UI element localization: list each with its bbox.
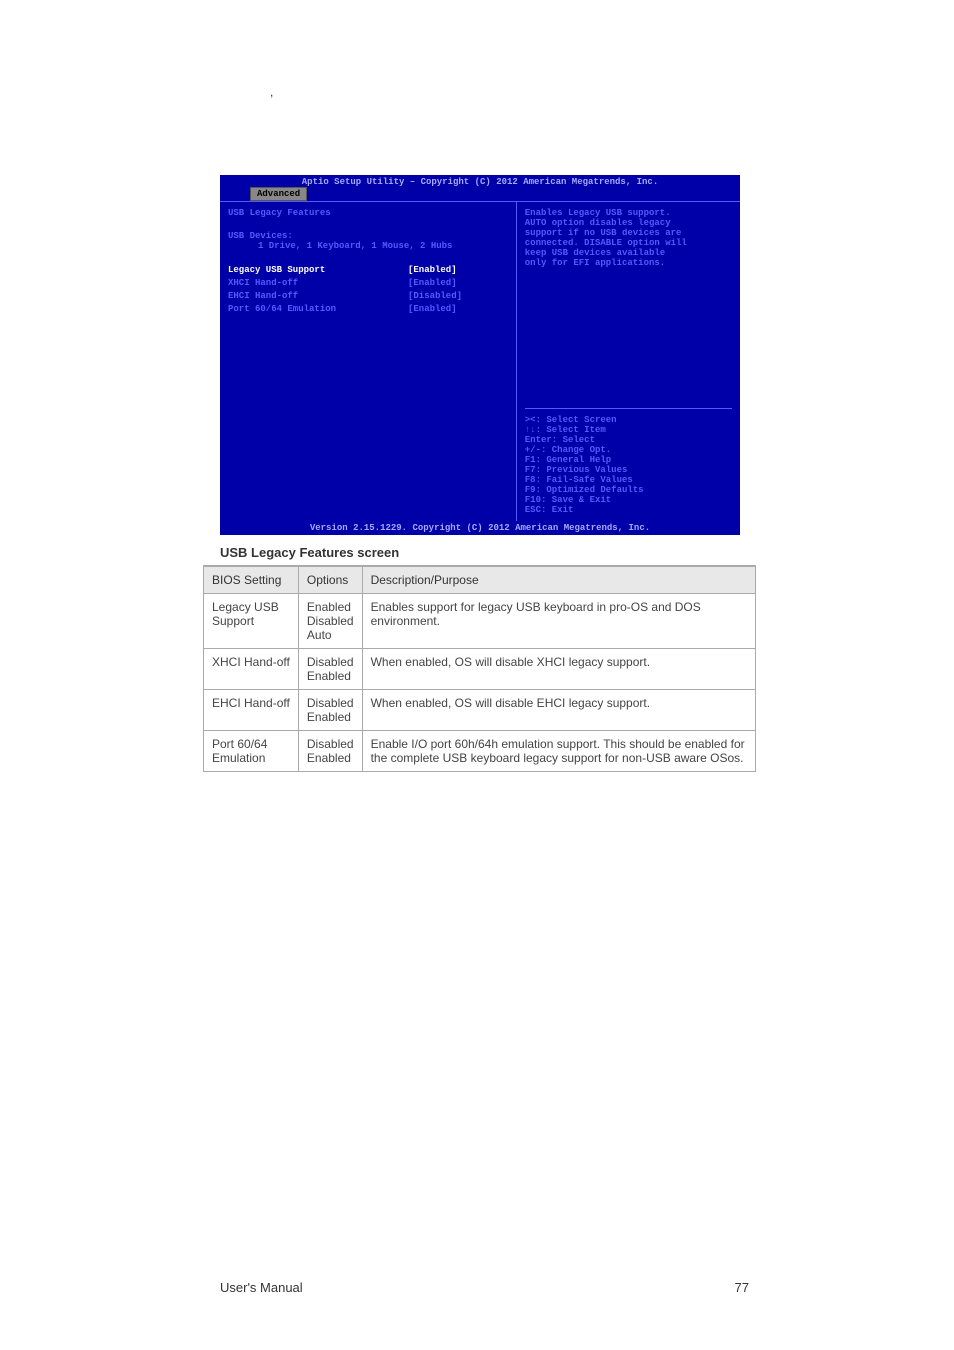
bios-devices-label: USB Devices:	[228, 231, 508, 241]
page-number: 77	[735, 1280, 749, 1295]
cell-options: DisabledEnabled	[298, 649, 362, 690]
bios-setting-value: [Enabled]	[408, 277, 457, 290]
cell-setting: XHCI Hand-off	[204, 649, 299, 690]
nav-help-line: ↑↓: Select Item	[525, 425, 732, 435]
bios-setting-row: EHCI Hand-off[Disabled]	[228, 290, 508, 303]
nav-help-line: ><: Select Screen	[525, 415, 732, 425]
bios-setting-row: Port 60/64 Emulation[Enabled]	[228, 303, 508, 316]
cell-setting: EHCI Hand-off	[204, 690, 299, 731]
th-description: Description/Purpose	[362, 567, 755, 594]
cell-setting: Legacy USB Support	[204, 594, 299, 649]
bios-setting-label: EHCI Hand-off	[228, 290, 408, 303]
nav-help-line: F10: Save & Exit	[525, 495, 732, 505]
bios-devices-detail: 1 Drive, 1 Keyboard, 1 Mouse, 2 Hubs	[228, 241, 508, 251]
bios-setting-label: XHCI Hand-off	[228, 277, 408, 290]
table-row: EHCI Hand-offDisabledEnabledWhen enabled…	[204, 690, 756, 731]
header-comma: ,	[270, 85, 273, 99]
cell-options: EnabledDisabledAuto	[298, 594, 362, 649]
bios-setting-value: [Disabled]	[408, 290, 462, 303]
nav-help-line: F8: Fail-Safe Values	[525, 475, 732, 485]
footer-text: User's Manual	[220, 1280, 303, 1295]
bios-setting-label: Port 60/64 Emulation	[228, 303, 408, 316]
bios-setting-label: Legacy USB Support	[228, 264, 408, 277]
bios-setting-row: XHCI Hand-off[Enabled]	[228, 277, 508, 290]
table-header-row: BIOS Setting Options Description/Purpose	[204, 567, 756, 594]
cell-options: DisabledEnabled	[298, 690, 362, 731]
table-row: XHCI Hand-offDisabledEnabledWhen enabled…	[204, 649, 756, 690]
bios-screenshot: Aptio Setup Utility – Copyright (C) 2012…	[220, 175, 740, 535]
nav-help-line: F9: Optimized Defaults	[525, 485, 732, 495]
settings-table: BIOS Setting Options Description/Purpose…	[203, 565, 756, 772]
bios-footer: Version 2.15.1229. Copyright (C) 2012 Am…	[220, 521, 740, 533]
figure-caption: USB Legacy Features screen	[220, 545, 399, 560]
cell-description: When enabled, OS will disable XHCI legac…	[362, 649, 755, 690]
nav-help-line: Enter: Select	[525, 435, 732, 445]
cell-description: Enable I/O port 60h/64h emulation suppor…	[362, 731, 755, 772]
cell-description: When enabled, OS will disable EHCI legac…	[362, 690, 755, 731]
bios-setting-value: [Enabled]	[408, 303, 457, 316]
cell-setting: Port 60/64 Emulation	[204, 731, 299, 772]
bios-setting-row: Legacy USB Support[Enabled]	[228, 264, 508, 277]
nav-help-line: F1: General Help	[525, 455, 732, 465]
cell-description: Enables support for legacy USB keyboard …	[362, 594, 755, 649]
cell-options: DisabledEnabled	[298, 731, 362, 772]
th-options: Options	[298, 567, 362, 594]
bios-help-text: Enables Legacy USB support.AUTO option d…	[525, 208, 732, 402]
nav-help-line: +/-: Change Opt.	[525, 445, 732, 455]
nav-help-line: F7: Previous Values	[525, 465, 732, 475]
bios-left-pane: USB Legacy Features USB Devices: 1 Drive…	[220, 202, 517, 521]
nav-help-line: ESC: Exit	[525, 505, 732, 515]
bios-section-header: USB Legacy Features	[228, 208, 508, 218]
th-setting: BIOS Setting	[204, 567, 299, 594]
bios-nav-help: ><: Select Screen↑↓: Select ItemEnter: S…	[525, 408, 732, 515]
bios-tab-advanced: Advanced	[250, 187, 307, 201]
bios-setting-value: [Enabled]	[408, 264, 457, 277]
table-row: Port 60/64 EmulationDisabledEnabledEnabl…	[204, 731, 756, 772]
table-row: Legacy USB SupportEnabledDisabledAutoEna…	[204, 594, 756, 649]
bios-right-pane: Enables Legacy USB support.AUTO option d…	[517, 202, 740, 521]
